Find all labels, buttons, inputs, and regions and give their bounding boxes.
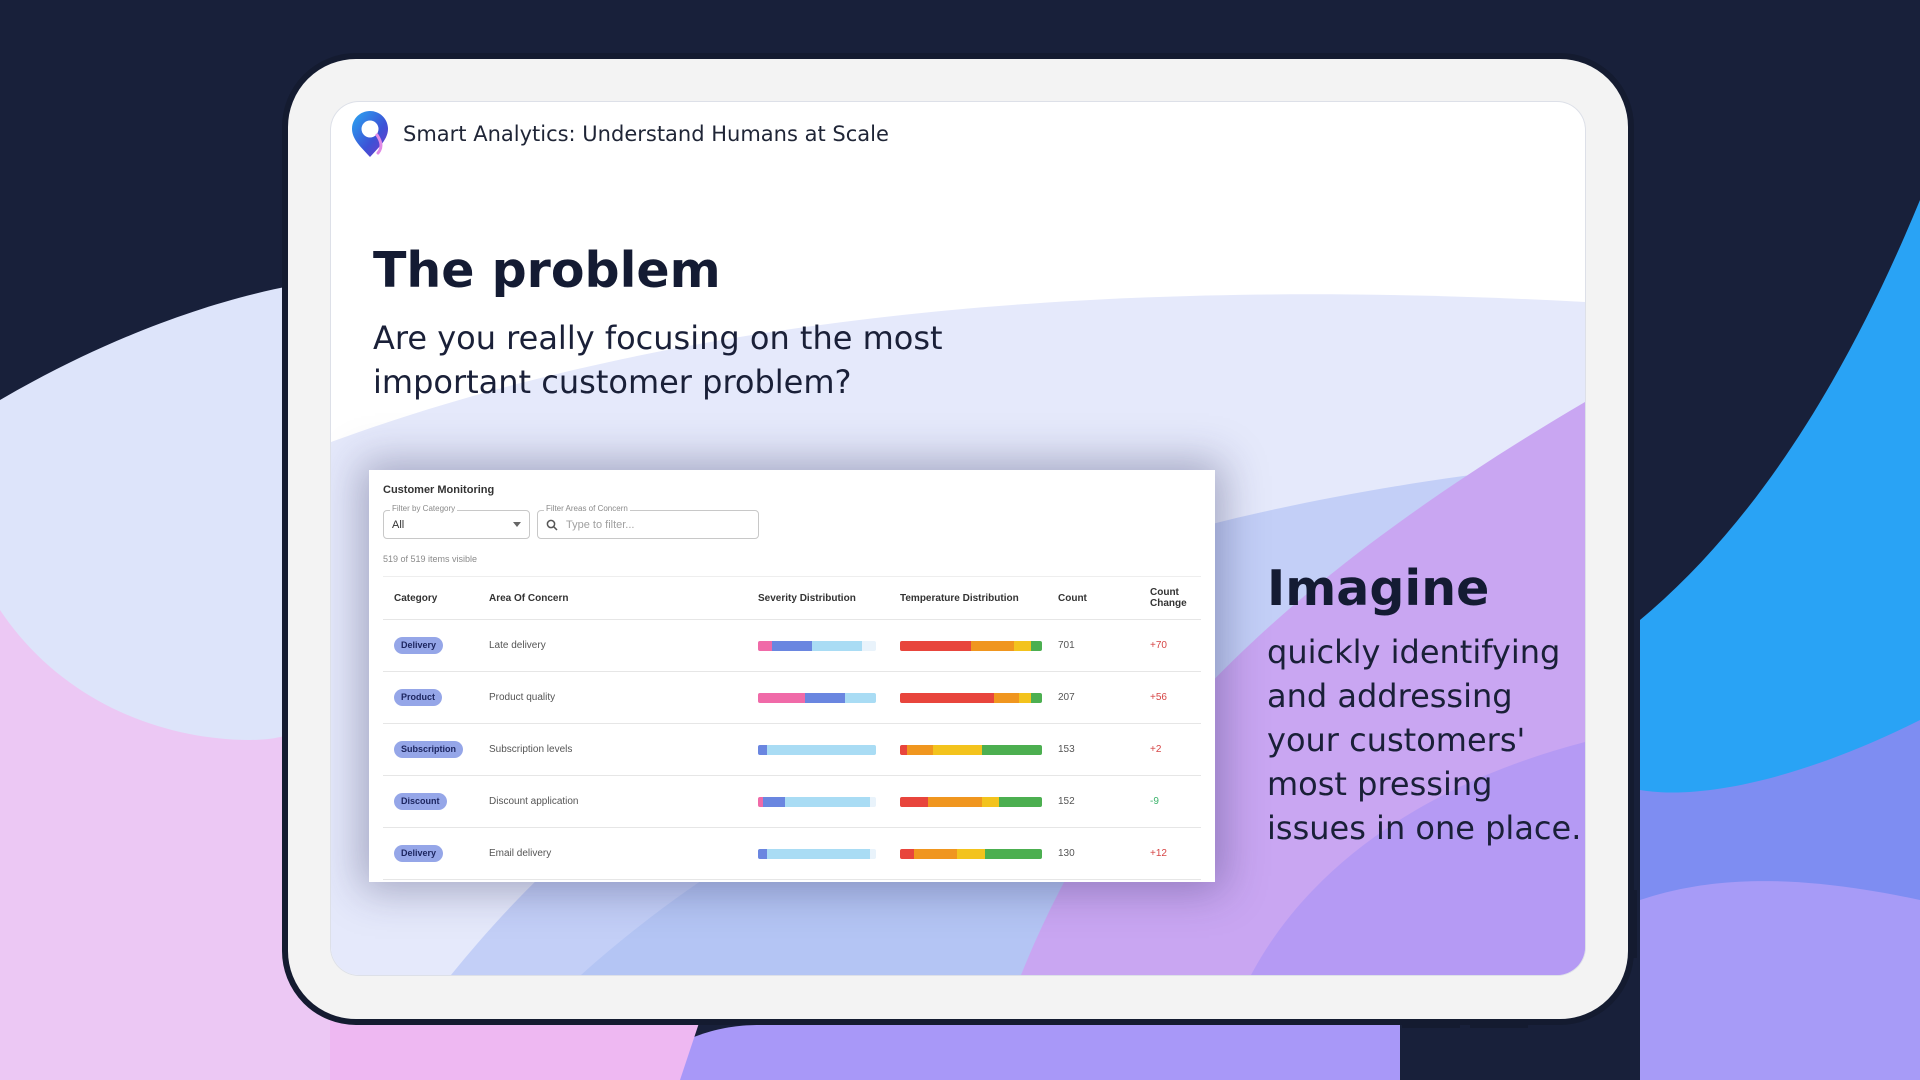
temperature-segment-4 [985, 848, 1042, 859]
temperature-distribution-bar [900, 744, 1042, 755]
table-row[interactable]: Delivery Late delivery 701 +70 [383, 620, 1201, 672]
concern-filter-label: Filter Areas of Concern [544, 504, 630, 513]
temperature-segment-3 [1013, 640, 1031, 651]
app-title: Smart Analytics: Understand Humans at Sc… [403, 122, 889, 146]
temperature-segment-2 [993, 692, 1020, 703]
temperature-distribution-bar [900, 848, 1042, 859]
problem-text: Are you really focusing on the most impo… [373, 319, 943, 401]
severity-segment-3 [812, 640, 862, 651]
count-value: 701 [1058, 640, 1075, 651]
severity-distribution-bar [758, 848, 876, 859]
category-filter-value: All [392, 518, 405, 531]
count-value: 153 [1058, 744, 1075, 755]
temperature-segment-4 [999, 796, 1042, 807]
severity-segment-2 [758, 744, 768, 755]
temperature-segment-2 [928, 796, 983, 807]
dashboard-title: Customer Monitoring [383, 484, 495, 496]
category-filter-label: Filter by Category [390, 504, 458, 513]
temperature-segment-1 [900, 744, 908, 755]
temperature-segment-3 [956, 848, 986, 859]
severity-segment-1 [758, 640, 773, 651]
count-change-value: -9 [1150, 796, 1159, 807]
search-icon [546, 519, 558, 531]
app-header: Smart Analytics: Understand Humans at Sc… [347, 110, 889, 158]
severity-distribution-bar [758, 796, 876, 807]
tablet-bottom-button-right [1470, 1022, 1528, 1028]
severity-segment-3 [767, 848, 871, 859]
count-value: 130 [1058, 848, 1075, 859]
category-badge: Subscription [394, 741, 464, 758]
location-pin-logo-icon [352, 111, 388, 157]
temperature-segment-3 [982, 796, 1000, 807]
table-row[interactable]: Delivery Email delivery 130 +12 [383, 828, 1201, 880]
area-of-concern: Email delivery [489, 848, 552, 859]
problem-heading: The problem [373, 242, 721, 299]
temperature-segment-2 [907, 744, 933, 755]
count-value: 207 [1058, 692, 1075, 703]
temperature-segment-1 [900, 848, 915, 859]
imagine-heading: Imagine [1267, 560, 1490, 617]
temperature-segment-1 [900, 796, 929, 807]
concern-filter-placeholder: Type to filter... [566, 518, 635, 531]
temperature-distribution-bar [900, 640, 1042, 651]
severity-distribution-bar [758, 640, 876, 651]
category-badge: Discount [394, 793, 447, 810]
count-change-value: +70 [1150, 640, 1167, 651]
column-header-severity[interactable]: Severity Distribution [758, 577, 856, 619]
tablet-volume-button [1632, 890, 1637, 958]
temperature-segment-2 [914, 848, 957, 859]
filter-bar: Filter by Category All Filter Areas of C… [383, 504, 1201, 539]
table-row[interactable]: Subscription Subscription levels 153 +2 [383, 724, 1201, 776]
temperature-segment-2 [971, 640, 1014, 651]
temperature-segment-3 [932, 744, 983, 755]
column-header-count-change[interactable]: Count Change [1150, 577, 1201, 619]
table-row[interactable]: Discount Discount application 152 -9 [383, 776, 1201, 828]
category-badge: Delivery [394, 637, 444, 654]
area-of-concern: Late delivery [489, 640, 546, 651]
tablet-bottom-button-left [1402, 1022, 1460, 1028]
temperature-segment-3 [1019, 692, 1031, 703]
temperature-segment-1 [900, 640, 971, 651]
temperature-distribution-bar [900, 692, 1042, 703]
category-badge: Delivery [394, 845, 444, 862]
severity-segment-3 [845, 692, 876, 703]
area-of-concern: Discount application [489, 796, 579, 807]
severity-segment-3 [767, 744, 876, 755]
column-header-temperature[interactable]: Temperature Distribution [900, 577, 1019, 619]
visible-count: 519 of 519 items visible [383, 554, 478, 564]
tablet-screen: Smart Analytics: Understand Humans at Sc… [331, 102, 1585, 975]
temperature-segment-4 [1030, 640, 1042, 651]
area-of-concern: Subscription levels [489, 744, 573, 755]
table-header-row: Category Area Of Concern Severity Distri… [383, 577, 1201, 620]
concern-filter-input[interactable]: Filter Areas of Concern Type to filter..… [537, 504, 759, 539]
severity-distribution-bar [758, 744, 876, 755]
category-badge: Product [394, 689, 443, 706]
temperature-segment-4 [982, 744, 1042, 755]
count-value: 152 [1058, 796, 1075, 807]
severity-segment-2 [758, 848, 768, 859]
severity-segment-1 [758, 692, 806, 703]
temperature-distribution-bar [900, 796, 1042, 807]
imagine-text: quickly identifying and addressing your … [1267, 633, 1582, 847]
temperature-segment-1 [900, 692, 994, 703]
severity-segment-3 [785, 796, 871, 807]
chevron-down-icon [513, 522, 521, 527]
count-change-value: +2 [1150, 744, 1162, 755]
area-of-concern: Product quality [489, 692, 556, 703]
table-row[interactable]: Product Product quality 207 +56 [383, 672, 1201, 724]
column-header-count[interactable]: Count [1058, 577, 1087, 619]
severity-segment-2 [772, 640, 813, 651]
temperature-segment-4 [1030, 692, 1042, 703]
customer-monitoring-card: Customer Monitoring Filter by Category A… [369, 470, 1215, 882]
count-change-value: +56 [1150, 692, 1167, 703]
severity-segment-2 [762, 796, 786, 807]
severity-segment-2 [805, 692, 846, 703]
category-filter-select[interactable]: Filter by Category All [383, 504, 530, 539]
column-header-category[interactable]: Category [394, 577, 437, 619]
column-header-area[interactable]: Area Of Concern [489, 577, 568, 619]
severity-distribution-bar [758, 692, 876, 703]
concern-table: Category Area Of Concern Severity Distri… [383, 576, 1201, 880]
count-change-value: +12 [1150, 848, 1167, 859]
